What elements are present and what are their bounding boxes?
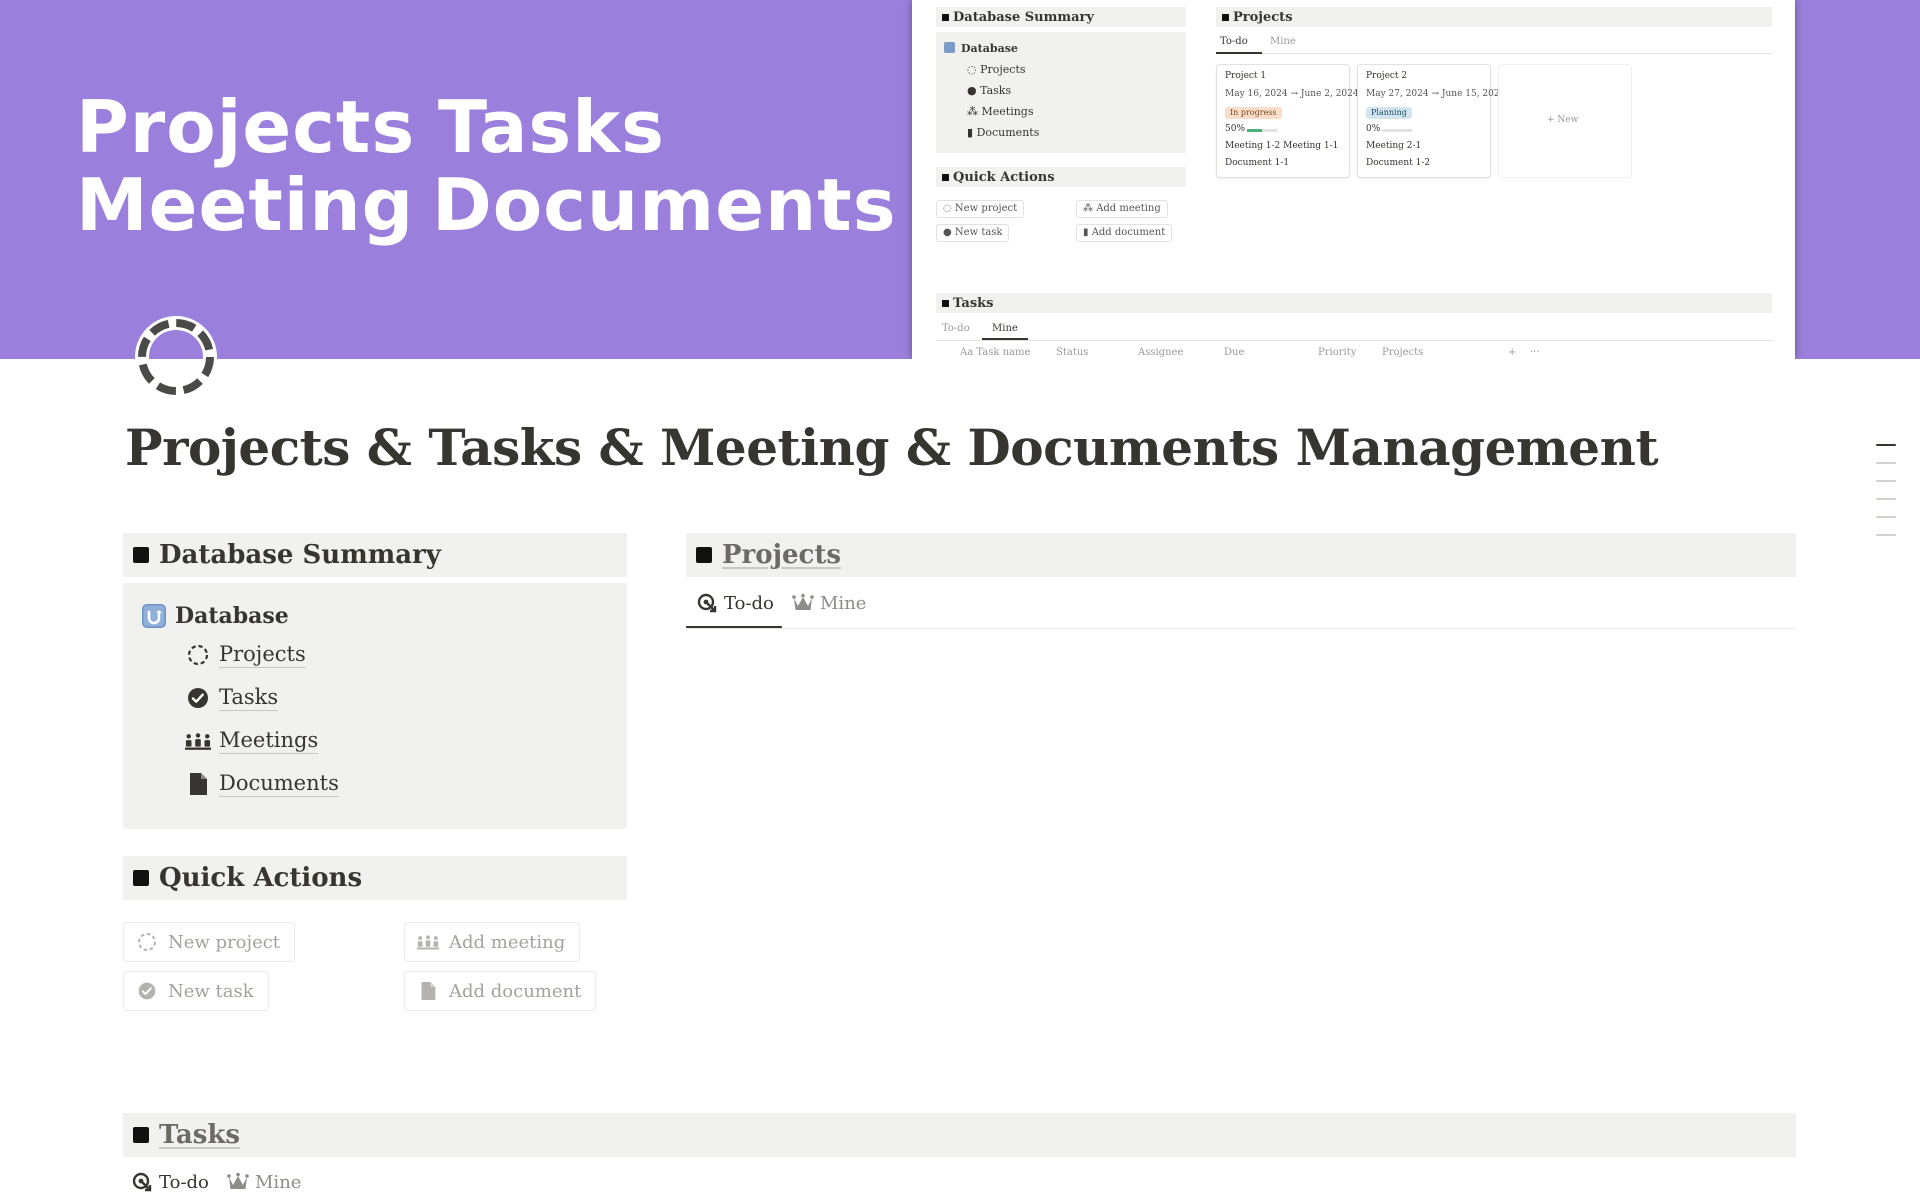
black-square-icon bbox=[133, 870, 149, 886]
preview-qa-new-task: ● New task bbox=[936, 224, 1010, 242]
database-heading: Database bbox=[141, 603, 289, 629]
database-link-tasks[interactable]: Tasks bbox=[185, 684, 279, 711]
black-square-icon bbox=[696, 547, 712, 563]
people-icon bbox=[185, 728, 211, 754]
quick-actions-title: Quick Actions bbox=[159, 863, 363, 893]
toc-line-active[interactable] bbox=[1876, 444, 1896, 446]
add-meeting-label: Add meeting bbox=[449, 931, 566, 953]
projects-tab-mine-label: Mine bbox=[820, 592, 867, 614]
target-arrow-icon bbox=[696, 592, 718, 614]
projects-header: Projects bbox=[686, 533, 1796, 577]
cover-word-tasks: Tasks bbox=[438, 85, 666, 169]
database-link-label[interactable]: Documents bbox=[219, 770, 339, 797]
toc-line[interactable] bbox=[1876, 516, 1896, 518]
preview-quick-actions-title: Quick Actions bbox=[953, 170, 1055, 185]
preview-projects-tab-todo: To-do bbox=[1220, 36, 1248, 47]
preview-db-item-meetings: ⁂ Meetings bbox=[967, 105, 1034, 118]
projects-tab-todo-label: To-do bbox=[724, 592, 774, 614]
tasks-tab-mine-label: Mine bbox=[255, 1171, 302, 1193]
dashed-circle-icon bbox=[136, 931, 158, 953]
new-project-button[interactable]: New project bbox=[123, 922, 296, 962]
preview-card-new: + New bbox=[1498, 64, 1632, 178]
database-summary-header: Database Summary bbox=[123, 533, 627, 577]
table-of-contents-outline[interactable] bbox=[1876, 444, 1896, 552]
add-document-label: Add document bbox=[449, 980, 582, 1002]
preview-projects-tab-mine: Mine bbox=[1270, 36, 1296, 47]
target-arrow-icon bbox=[131, 1171, 153, 1193]
tasks-database-link[interactable]: Tasks bbox=[159, 1120, 240, 1150]
preview-tasks-title: Tasks bbox=[953, 296, 994, 311]
tasks-tab-todo-label: To-do bbox=[159, 1171, 209, 1193]
tasks-tab-mine[interactable]: Mine bbox=[227, 1171, 301, 1193]
database-link-label[interactable]: Meetings bbox=[219, 727, 319, 754]
toc-line[interactable] bbox=[1876, 462, 1896, 464]
preview-tasks-tab-todo: To-do bbox=[942, 323, 970, 334]
black-square-icon bbox=[133, 1127, 149, 1143]
preview-qa-add-document: ▮ Add document bbox=[1076, 224, 1173, 242]
database-summary-box: Database Projects Tasks Meetings Documen… bbox=[123, 583, 627, 829]
cover-word-documents: Documents bbox=[432, 163, 897, 247]
add-meeting-button[interactable]: Add meeting bbox=[404, 922, 581, 962]
crown-icon bbox=[227, 1171, 249, 1193]
preview-qa-new-project: ◌ New project bbox=[936, 200, 1025, 218]
database-heading-label: Database bbox=[175, 603, 289, 629]
database-link-label[interactable]: Tasks bbox=[219, 684, 279, 711]
projects-tab-divider bbox=[686, 628, 1796, 629]
preview-card-project-1: Project 1 May 16, 2024 → June 2, 2024 In… bbox=[1216, 64, 1359, 178]
preview-quick-actions-header: Quick Actions bbox=[936, 167, 1186, 187]
preview-card-project-2: Project 2 May 27, 2024 → June 15, 2024 P… bbox=[1357, 64, 1505, 178]
crown-icon bbox=[792, 592, 814, 614]
preview-qa-add-meeting: ⁂ Add meeting bbox=[1076, 200, 1168, 218]
dashed-circle-page-icon[interactable] bbox=[134, 315, 218, 399]
tasks-tab-todo[interactable]: To-do bbox=[131, 1171, 209, 1193]
preview-db-summary-title: Database Summary bbox=[953, 10, 1094, 25]
new-task-button[interactable]: New task bbox=[123, 971, 269, 1011]
black-square-icon bbox=[133, 547, 149, 563]
toc-line[interactable] bbox=[1876, 498, 1896, 500]
cover-preview-screenshot: Database Summary Database ◌ Projects ● T… bbox=[912, 0, 1795, 359]
new-project-label: New project bbox=[168, 931, 281, 953]
preview-tasks-tab-mine: Mine bbox=[992, 323, 1018, 334]
database-link-meetings[interactable]: Meetings bbox=[185, 727, 319, 754]
projects-tab-mine[interactable]: Mine bbox=[792, 592, 866, 614]
check-circle-icon bbox=[185, 685, 211, 711]
projects-database-link[interactable]: Projects bbox=[722, 540, 841, 570]
cover-word-meeting: Meeting bbox=[76, 163, 415, 247]
database-summary-title: Database Summary bbox=[159, 540, 441, 570]
document-icon bbox=[417, 980, 439, 1002]
database-icon bbox=[141, 603, 167, 629]
add-document-button[interactable]: Add document bbox=[404, 971, 597, 1011]
preview-db-item-tasks: ● Tasks bbox=[967, 84, 1012, 97]
dashed-circle-icon bbox=[185, 642, 211, 668]
cover-word-projects: Projects bbox=[76, 85, 416, 169]
toc-line[interactable] bbox=[1876, 534, 1896, 536]
preview-tasks-header: Tasks bbox=[936, 293, 1772, 313]
preview-projects-header: Projects bbox=[1216, 7, 1772, 27]
page-title: Projects & Tasks & Meeting & Documents M… bbox=[125, 418, 1659, 477]
check-circle-icon bbox=[136, 980, 158, 1002]
preview-db-summary-header: Database Summary bbox=[936, 7, 1186, 27]
document-icon bbox=[185, 771, 211, 797]
preview-db-title: Database bbox=[944, 42, 1018, 55]
tasks-header: Tasks bbox=[123, 1113, 1796, 1157]
people-icon bbox=[417, 931, 439, 953]
database-link-documents[interactable]: Documents bbox=[185, 770, 339, 797]
preview-db-item-documents: ▮ Documents bbox=[967, 126, 1040, 139]
database-link-projects[interactable]: Projects bbox=[185, 641, 306, 668]
preview-projects-title: Projects bbox=[1233, 10, 1293, 25]
toc-line[interactable] bbox=[1876, 480, 1896, 482]
new-task-label: New task bbox=[168, 980, 254, 1002]
quick-actions-header: Quick Actions bbox=[123, 856, 627, 900]
preview-db-item-projects: ◌ Projects bbox=[967, 63, 1026, 76]
cover-banner: Projects Tasks Meeting Documents Databas… bbox=[0, 0, 1920, 359]
database-link-label[interactable]: Projects bbox=[219, 641, 306, 668]
projects-tab-todo[interactable]: To-do bbox=[696, 592, 774, 614]
